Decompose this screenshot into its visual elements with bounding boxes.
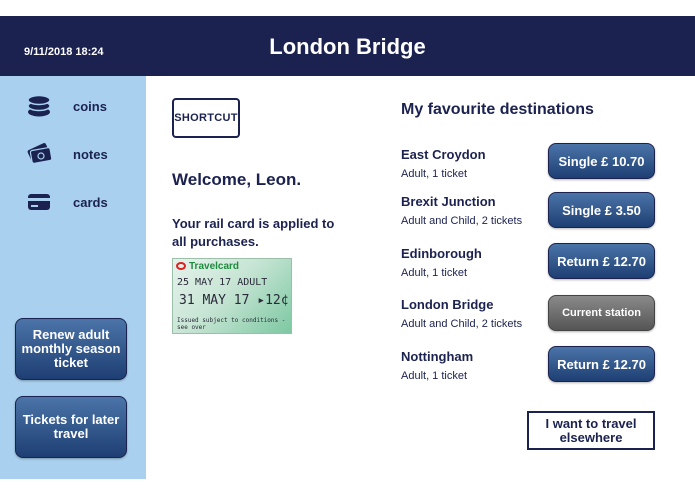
destination-item: Brexit Junction Adult and Child, 2 ticke… (401, 194, 522, 227)
destination-name: Edinborough (401, 246, 482, 261)
notes-icon (26, 141, 54, 167)
travelcard-brand: Travelcard (189, 261, 240, 272)
current-station-button: Current station (548, 295, 655, 331)
travelcard-line: Issued subject to conditions - see over (177, 317, 286, 331)
payment-sidebar: coins notes cards Renew adult monthly se… (0, 76, 146, 479)
destination-detail: Adult and Child, 2 tickets (401, 215, 523, 227)
destination-item: London Bridge Adult and Child, 2 tickets (401, 297, 522, 330)
destination-name: London Bridge (401, 297, 494, 312)
destination-ticket-button[interactable]: Single £ 3.50 (548, 192, 655, 228)
destination-detail: Adult, 1 ticket (401, 168, 468, 180)
destination-item: Nottingham Adult, 1 ticket (401, 349, 473, 382)
station-title: London Bridge (269, 34, 426, 59)
welcome-message: Welcome, Leon. (172, 170, 302, 189)
travel-elsewhere-button[interactable]: I want to travel elsewhere (527, 411, 655, 450)
underground-logo-icon (176, 262, 186, 270)
railcard-notice: Your rail card is applied to all purchas… (172, 216, 335, 249)
destination-detail: Adult and Child, 2 tickets (401, 318, 523, 330)
destination-name: Brexit Junction (401, 194, 496, 209)
payment-cards[interactable]: cards (26, 188, 108, 216)
renew-season-ticket-button[interactable]: Renew adult monthly season ticket (15, 318, 127, 380)
header-bar: 9/11/2018 18:24 London Bridge (0, 16, 695, 76)
destination-ticket-button[interactable]: Return £ 12.70 (548, 346, 655, 382)
later-travel-button[interactable]: Tickets for later travel (15, 396, 127, 458)
destination-name: Nottingham (401, 349, 474, 364)
shortcut-button[interactable]: SHORTCUT (172, 98, 240, 138)
payment-label: coins (73, 98, 107, 114)
destination-ticket-button[interactable]: Single £ 10.70 (548, 143, 655, 179)
payment-notes[interactable]: notes (26, 140, 108, 168)
payment-coins[interactable]: coins (26, 92, 107, 120)
payment-label: notes (73, 146, 108, 162)
destination-detail: Adult, 1 ticket (401, 267, 468, 279)
travelcard-image: Travelcard 25 MAY 17 ADULT 31 MAY 17 ▸12… (172, 258, 292, 334)
travelcard-line: 25 MAY 17 ADULT (177, 277, 268, 288)
card-icon (26, 189, 52, 215)
favourites-title: My favourite destinations (401, 101, 594, 118)
destination-item: Edinborough Adult, 1 ticket (401, 246, 482, 279)
destination-detail: Adult, 1 ticket (401, 370, 468, 382)
coins-icon (26, 93, 52, 119)
travelcard-line: 31 MAY 17 ▸12¢ (179, 293, 289, 308)
destination-ticket-button[interactable]: Return £ 12.70 (548, 243, 655, 279)
payment-label: cards (73, 194, 108, 210)
destination-item: East Croydon Adult, 1 ticket (401, 147, 486, 180)
destination-name: East Croydon (401, 147, 486, 162)
